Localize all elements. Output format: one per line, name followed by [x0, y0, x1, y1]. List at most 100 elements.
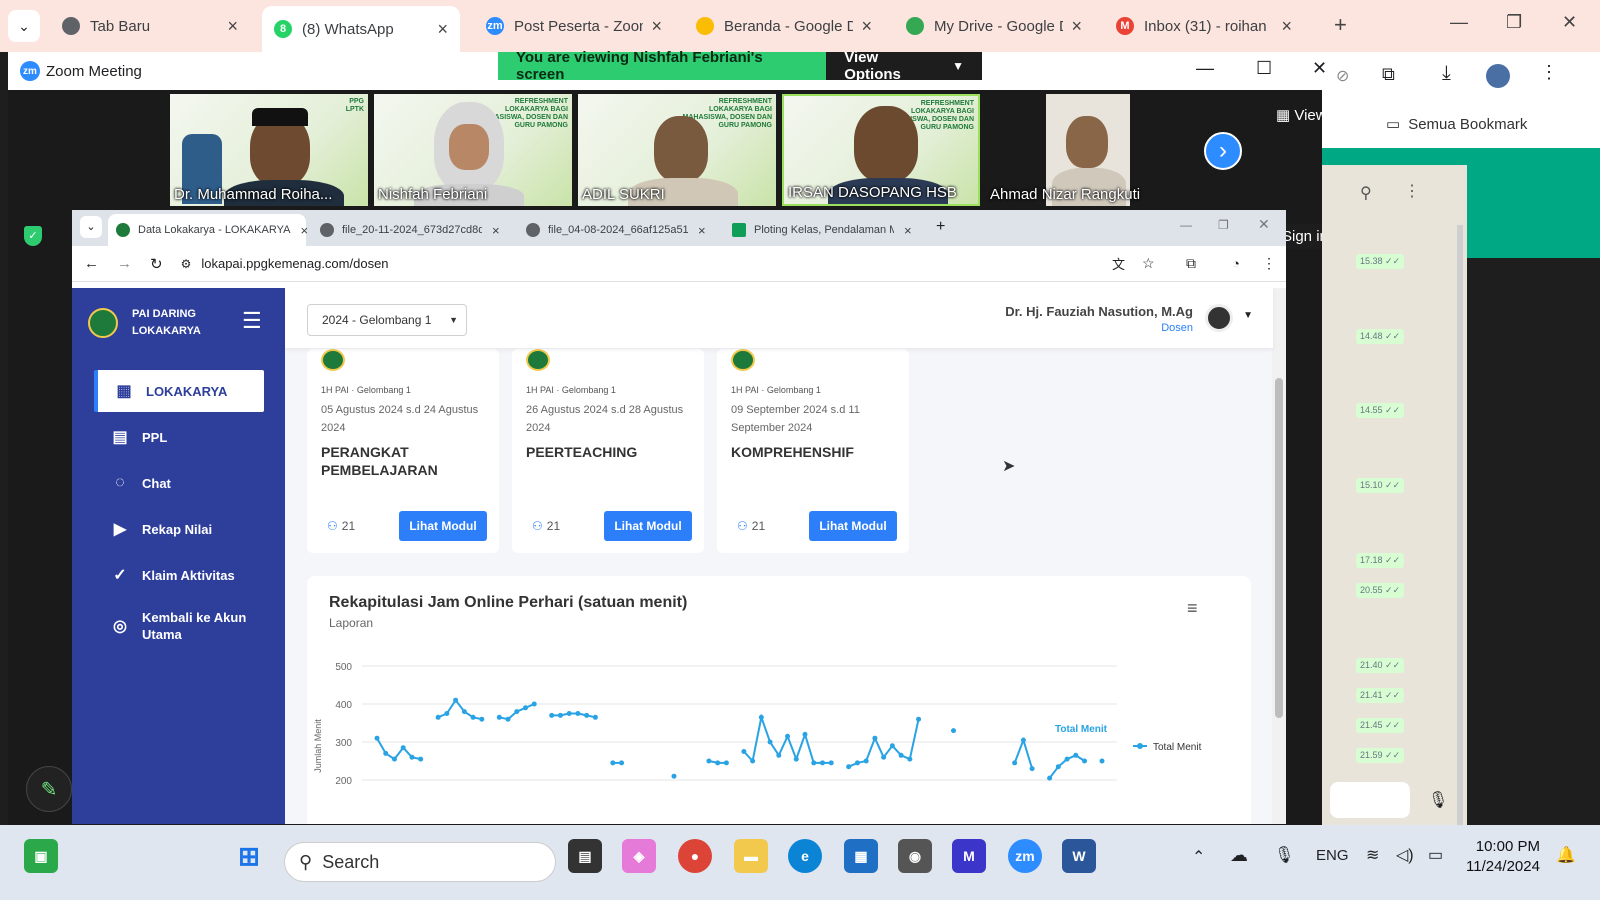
restore-icon[interactable]: ❐ [1218, 218, 1229, 232]
annotate-pencil-button[interactable]: ✎ [26, 766, 72, 812]
close-icon[interactable]: × [437, 19, 448, 40]
scroll-thumb[interactable] [1275, 378, 1283, 718]
data-point[interactable] [584, 712, 590, 718]
task-view-icon[interactable]: ▤ [568, 839, 602, 873]
data-point[interactable] [819, 760, 825, 766]
data-point[interactable] [715, 760, 721, 766]
data-point[interactable] [374, 735, 380, 741]
data-point[interactable] [1073, 752, 1079, 758]
data-point[interactable] [400, 745, 406, 751]
search-input[interactable]: ⚲ Search [284, 842, 556, 882]
back-icon[interactable]: ← [84, 255, 99, 272]
search-icon[interactable]: ⚲ [1360, 183, 1372, 203]
edge-icon[interactable]: e [788, 839, 822, 873]
participant-tile[interactable]: REFRESHMENT LOKAKARYA BAGI MAHASISWA, DOSE… [374, 94, 572, 206]
tab-search-dropdown[interactable]: ⌄ [80, 216, 102, 238]
menu-icon[interactable]: ⋮ [1262, 255, 1276, 272]
lihat-modul-button[interactable]: Lihat Modul [809, 511, 897, 541]
data-point[interactable] [557, 712, 563, 718]
close-icon[interactable]: × [861, 16, 872, 37]
data-point[interactable] [889, 743, 895, 749]
data-point[interactable] [758, 714, 764, 720]
url-field[interactable]: lokapai.ppgkemenag.com/dosen [201, 256, 388, 271]
windows-start-icon[interactable]: ⊞ [232, 839, 266, 873]
language-indicator[interactable]: ENG [1316, 847, 1349, 864]
data-point[interactable] [619, 760, 625, 766]
data-point[interactable] [706, 758, 712, 764]
lihat-modul-button[interactable]: Lihat Modul [399, 511, 487, 541]
period-select[interactable]: 2024 - Gelombang 1 ▼ [307, 304, 467, 336]
extensions-icon[interactable]: ⧉ [1382, 64, 1395, 85]
legend-label[interactable]: Total Menit [1153, 742, 1202, 753]
data-point[interactable] [531, 701, 537, 707]
data-point[interactable] [549, 712, 555, 718]
close-icon[interactable]: × [1281, 16, 1292, 37]
word-icon[interactable]: W [1062, 839, 1096, 873]
close-icon[interactable]: × [698, 223, 706, 238]
data-point[interactable] [514, 709, 520, 715]
app-icon[interactable]: M [952, 839, 986, 873]
battery-icon[interactable]: ▭ [1428, 845, 1443, 865]
data-point[interactable] [575, 711, 581, 716]
close-icon[interactable]: × [227, 16, 238, 37]
data-point[interactable] [461, 709, 467, 715]
next-page-button[interactable]: › [1204, 132, 1242, 170]
tab-whatsapp[interactable]: 8 (8) WhatsApp × [262, 6, 460, 52]
data-point[interactable] [741, 749, 747, 754]
data-point[interactable] [496, 714, 502, 720]
chevron-down-icon[interactable]: ▼ [1243, 310, 1253, 321]
data-point[interactable] [828, 760, 834, 766]
tab-data-lokakarya[interactable]: Data Lokakarya - LOKAKARYA × [108, 214, 308, 246]
new-tab-button[interactable]: + [936, 218, 945, 236]
lihat-modul-button[interactable]: Lihat Modul [604, 511, 692, 541]
tab-file-2[interactable]: file_04-08-2024_66af125a51d1 × [518, 214, 718, 246]
camera-icon[interactable]: ◉ [898, 839, 932, 873]
download-icon[interactable]: ⤓ [1442, 62, 1451, 85]
data-point[interactable] [723, 760, 729, 766]
compass-icon[interactable]: ⊘ [1336, 66, 1349, 86]
tab-ploting-kelas[interactable]: Ploting Kelas, Pendalaman Mate× [724, 214, 924, 246]
minimize-icon[interactable]: — [1196, 58, 1214, 79]
data-point[interactable] [767, 739, 773, 745]
view-options-button[interactable]: View Options ▼ [826, 49, 982, 83]
sidebar-item-rekap-nilai[interactable]: ▶ Rekap Nilai [94, 508, 264, 550]
participant-tile-active[interactable]: REFRESHMENT LOKAKARYA BAGI MAHASISWA, DOSE… [782, 94, 980, 206]
sidebar-item-klaim-aktivitas[interactable]: ✓ Klaim Aktivitas [94, 554, 264, 596]
close-window-icon[interactable]: ✕ [1258, 216, 1270, 233]
data-point[interactable] [1082, 758, 1088, 764]
data-point[interactable] [1055, 764, 1061, 770]
data-point[interactable] [505, 716, 511, 722]
data-point[interactable] [610, 760, 616, 766]
menu-icon[interactable]: ⋮ [1404, 181, 1420, 201]
data-point[interactable] [383, 750, 389, 756]
avatar[interactable] [1486, 64, 1510, 88]
avatar[interactable] [1205, 304, 1233, 332]
participant-tile[interactable]: PPG LPTK Dr. Muhammad Roiha... [170, 94, 368, 206]
sidebar-item-chat[interactable]: ◌ Chat [94, 462, 264, 504]
data-point[interactable] [1047, 775, 1053, 781]
star-icon[interactable]: ☆ [1142, 255, 1155, 272]
message-input[interactable] [1330, 782, 1410, 818]
copilot-icon[interactable]: ◈ [622, 839, 656, 873]
tab-gmail[interactable]: M Inbox (31) - roihan × [1104, 8, 1304, 44]
tray-expand-icon[interactable]: ⌃ [1192, 847, 1205, 867]
close-icon[interactable]: ✕ [1312, 58, 1327, 79]
data-point[interactable] [522, 705, 528, 711]
close-window-icon[interactable]: ✕ [1562, 12, 1577, 33]
data-point[interactable] [444, 711, 450, 716]
data-point[interactable] [453, 697, 459, 703]
data-point[interactable] [479, 716, 485, 722]
tab-zoom-post[interactable]: zm Post Peserta - Zoom × [474, 8, 674, 44]
participant-tile[interactable]: REFRESHMENT LOKAKARYA BAGI MAHASISWA, DOSE… [578, 94, 776, 206]
wifi-icon[interactable]: ≋ [1366, 845, 1379, 865]
new-tab-button[interactable]: + [1334, 12, 1347, 38]
tab-new[interactable]: Tab Baru × [50, 8, 250, 44]
tab-search-dropdown[interactable]: ⌄ [8, 10, 40, 42]
restore-icon[interactable]: ❐ [1506, 12, 1522, 33]
chart-menu-icon[interactable]: ≡ [1187, 598, 1198, 619]
all-bookmarks[interactable]: Semua Bookmark [1408, 116, 1527, 133]
data-point[interactable] [898, 752, 904, 758]
notification-icon[interactable]: 🔔 [1556, 845, 1576, 865]
data-point[interactable] [1012, 760, 1018, 766]
data-point[interactable] [671, 773, 677, 779]
